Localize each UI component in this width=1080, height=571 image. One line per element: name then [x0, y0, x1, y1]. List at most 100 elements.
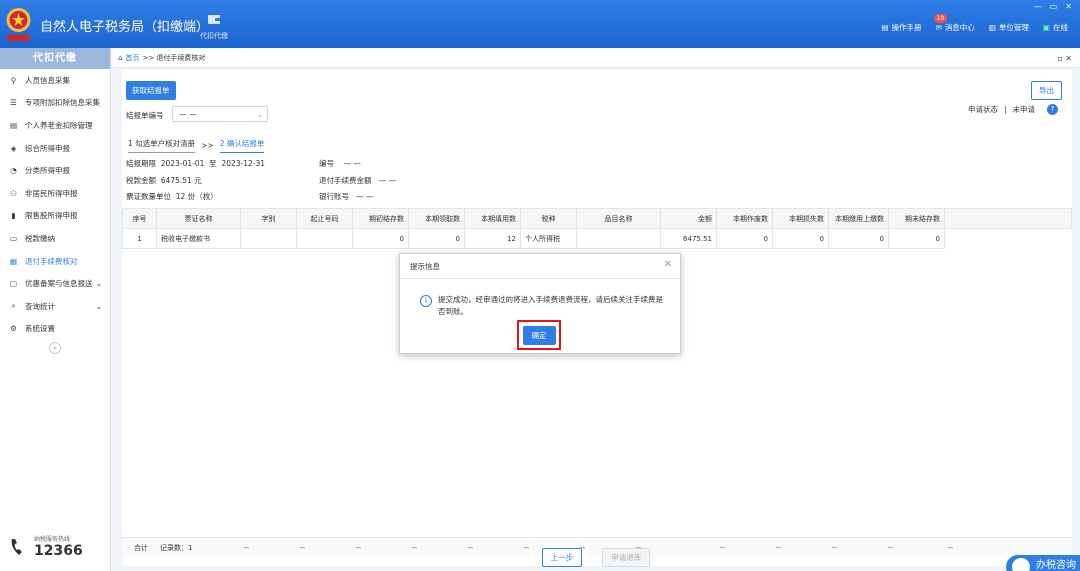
help-icon[interactable]: ?	[1047, 104, 1058, 115]
hotline-number: 12366	[34, 543, 83, 559]
building-icon: ▥	[988, 23, 996, 32]
col-header: 税种	[520, 208, 577, 229]
export-button[interactable]: 导出	[1031, 81, 1062, 100]
person-icon: ⚲	[10, 75, 17, 85]
sidebar-item-pension[interactable]: ▤ 个人养老金扣除管理	[0, 114, 110, 137]
sidebar-item-comprehensive[interactable]: ◈ 综合所得申报	[0, 137, 110, 160]
sidebar-item-preferential[interactable]: ▢ 优惠备案与信息报送 ⌄	[0, 272, 110, 295]
sidebar-header: 代扣代缴	[0, 48, 110, 69]
message-icon: ✉	[935, 23, 942, 32]
table-row[interactable]: 1 税收电子缴款书 0 0 12 个人所得税 6475.51 0 0 0 0	[122, 228, 1072, 249]
tax-emblem-icon	[6, 8, 31, 41]
consult-button[interactable]: 办税咨询	[1006, 555, 1080, 571]
hotline-label: 纳税服务热线	[34, 536, 71, 543]
sidebar-item-refund-check[interactable]: ▦ 退付手续费核对	[0, 250, 110, 273]
sidebar-item-tax-payment[interactable]: ▭ 税款缴纳	[0, 227, 110, 250]
panel-controls[interactable]: ▫ ✕	[1057, 54, 1072, 63]
chevron-down-icon: ⌄	[95, 301, 102, 311]
sidebar-item-query-stats[interactable]: ⌕ 查询统计 ⌄	[0, 295, 110, 318]
chevron-down-icon: ⌄	[256, 110, 263, 119]
home-icon[interactable]: ⌂	[118, 54, 122, 62]
period-end: 2023-12-31	[221, 159, 266, 168]
gear-icon: ⚙	[10, 324, 17, 334]
modal-body: i 提交成功，经审通过的将进入手续费退费流程，请后续关注手续费是否到账。	[420, 294, 670, 318]
report-no-select[interactable]: — — ⌄	[172, 106, 268, 122]
document-icon: ▢	[9, 279, 18, 289]
fetch-report-button[interactable]: 获取结报单	[126, 81, 176, 100]
chat-icon	[1012, 558, 1030, 571]
info-icon: i	[420, 295, 432, 307]
chevron-left-icon: «	[52, 344, 58, 353]
voucher-table: 序号 票证名称 字别 起止号码 期初结存数 本期领取数 本期填用数 税种 品目名…	[122, 208, 1072, 249]
col-header: 期末结存数	[888, 208, 945, 229]
nav-daikou-label: 代扣代缴	[200, 32, 228, 40]
window-controls: — ▭ ✕	[1034, 2, 1072, 11]
apply-status: 申请状态 | 未申请 ?	[968, 104, 1058, 115]
phone-icon	[11, 538, 22, 555]
col-header: 品目名称	[576, 208, 661, 229]
report-no-label: 结报单编号	[126, 111, 164, 120]
confirm-button[interactable]: 确定	[522, 325, 556, 345]
col-header: 本期缴用上缴数	[828, 208, 889, 229]
user-foreign-icon: ⚇	[10, 188, 17, 198]
bianhao-row: 编号 — —	[319, 159, 361, 168]
sidebar-item-restricted-stock[interactable]: ▮ 限售股所得申报	[0, 205, 110, 228]
col-header: 本期领取数	[408, 208, 465, 229]
close-window-icon[interactable]: ✕	[1065, 2, 1072, 11]
top-actions: ▤ 操作手册 10 ✉ 消息中心 ▥ 单位管理 ▣ 在线	[881, 14, 1068, 33]
breadcrumb-current: 退付手续费核对	[156, 53, 206, 62]
sidebar-collapse-button[interactable]: «	[49, 342, 61, 355]
step-tabs: 1 勾选单户核对清册 >> 2 确认结报单	[128, 138, 265, 153]
pension-icon: ▤	[9, 120, 18, 130]
app-title: 自然人电子税务局（扣缴端）	[40, 20, 210, 35]
nav-daikou-tab[interactable]: 代扣代缴	[198, 12, 230, 41]
col-header: 字别	[240, 208, 297, 229]
breadcrumb-home[interactable]: 首页	[125, 53, 139, 63]
period-row: 结报期限 2023-01-01 至 2023-12-31	[126, 159, 266, 168]
breadcrumb: ⌂ 首页 >> 退付手续费核对 ▫ ✕	[112, 48, 1080, 68]
message-badge: 10	[933, 14, 948, 23]
sidebar-item-nonresident[interactable]: ⚇ 非居民所得申报	[0, 182, 110, 205]
step-1-tab[interactable]: 1 勾选单户核对清册	[128, 138, 196, 153]
manual-button[interactable]: ▤ 操作手册	[881, 22, 921, 33]
sidebar-item-special-deduction[interactable]: ☰ 专项附加扣除信息采集	[0, 92, 110, 115]
online-icon: ▣	[1042, 23, 1050, 32]
wallet-icon: ▭	[9, 233, 18, 243]
wallet-nav-icon	[208, 15, 220, 24]
online-status[interactable]: ▣ 在线	[1043, 22, 1068, 33]
sidebar-item-person-info[interactable]: ⚲ 人员信息采集	[0, 69, 110, 92]
chevron-down-icon: ⌄	[95, 279, 102, 289]
tax-amount-value: 6475.51 元	[160, 176, 202, 185]
chart-bar-icon: ▮	[11, 211, 16, 221]
apply-status-value: 未申请	[1012, 105, 1036, 114]
col-header: 本期填用数	[464, 208, 521, 229]
bank-row: 银行账号 — —	[319, 192, 374, 201]
col-header: 票证名称	[156, 208, 241, 229]
minimize-icon[interactable]: —	[1034, 2, 1042, 11]
fee-row: 退付手续费金额 — —	[319, 176, 397, 185]
sidebar: 代扣代缴 ⚲ 人员信息采集 ☰ 专项附加扣除信息采集 ▤ 个人养老金扣除管理 ◈ 综合所…	[0, 48, 111, 571]
unit-manage-button[interactable]: ▥ 单位管理	[989, 22, 1029, 33]
sidebar-item-classified[interactable]: ◔ 分类所得申报	[0, 159, 110, 182]
message-center-button[interactable]: 10 ✉ 消息中心	[933, 14, 975, 33]
col-header: 起止号码	[296, 208, 353, 229]
manual-icon: ▤	[881, 23, 889, 32]
modal-message: 提交成功，经审通过的将进入手续费退费流程，请后续关注手续费是否到账。	[438, 295, 663, 316]
col-header: 序号	[122, 208, 157, 229]
modal-title: 提示信息	[400, 254, 680, 279]
voucher-row: 票证数量单位 12 份（枚）	[126, 192, 218, 201]
table-header-row: 序号 票证名称 字别 起止号码 期初结存数 本期领取数 本期填用数 税种 品目名…	[122, 208, 1072, 229]
col-header: 本期损失数	[772, 208, 829, 229]
layers-icon: ◈	[10, 143, 17, 153]
modal-close-icon[interactable]: ✕	[664, 259, 672, 270]
confirm-highlight: 确定	[517, 320, 561, 350]
apply-refund-button[interactable]: 申请退库	[602, 548, 651, 567]
col-header: 金额	[660, 208, 717, 229]
prev-step-button[interactable]: 上一步	[541, 548, 583, 567]
tax-amount-row: 税款金额 6475.51 元	[126, 176, 202, 185]
step-2-tab[interactable]: 2 确认结报单	[219, 138, 265, 153]
col-header: 期初结存数	[352, 208, 409, 229]
search-stats-icon: ⌕	[11, 301, 16, 311]
restore-icon[interactable]: ▭	[1050, 2, 1058, 11]
sidebar-item-settings[interactable]: ⚙ 系统设置	[0, 318, 110, 341]
